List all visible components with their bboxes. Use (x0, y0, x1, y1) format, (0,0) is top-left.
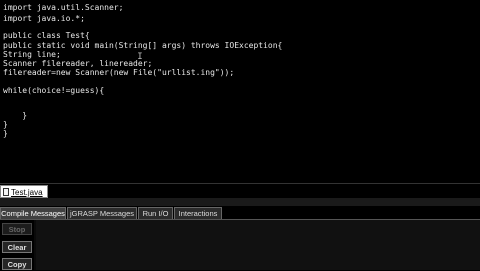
document-icon (3, 188, 9, 196)
file-tab-bar: Test.java * (0, 183, 480, 210)
tab-compile-messages[interactable]: Compile Messages (0, 207, 66, 219)
code-line[interactable]: while(choice!=guess){ (3, 85, 104, 96)
code-line[interactable]: import java.util.Scanner; (3, 2, 123, 13)
code-line[interactable]: } (3, 128, 8, 139)
tab-jgrasp-messages[interactable]: jGRASP Messages (67, 207, 137, 219)
code-line[interactable]: import java.io.*; (3, 13, 85, 24)
stop-button[interactable]: Stop (2, 223, 32, 235)
code-editor[interactable]: import java.util.Scanner; import java.io… (0, 0, 480, 170)
file-tab-test-java[interactable]: Test.java * (0, 185, 48, 210)
editor-bottom-gap (0, 170, 480, 183)
tab-interactions[interactable]: Interactions (174, 207, 222, 219)
copy-button[interactable]: Copy (2, 258, 32, 270)
message-tab-bar: Compile Messages jGRASP Messages Run I/O… (0, 206, 480, 220)
text-ibeam-cursor: I (137, 52, 143, 62)
clear-button[interactable]: Clear (2, 241, 32, 253)
code-line[interactable]: filereader=new Scanner(new File("urllist… (3, 67, 234, 78)
message-button-panel: Stop Clear Copy (0, 220, 34, 270)
compile-messages-output[interactable] (36, 220, 480, 270)
tab-run-io[interactable]: Run I/O (138, 207, 173, 219)
splitter-bar[interactable] (0, 198, 480, 206)
